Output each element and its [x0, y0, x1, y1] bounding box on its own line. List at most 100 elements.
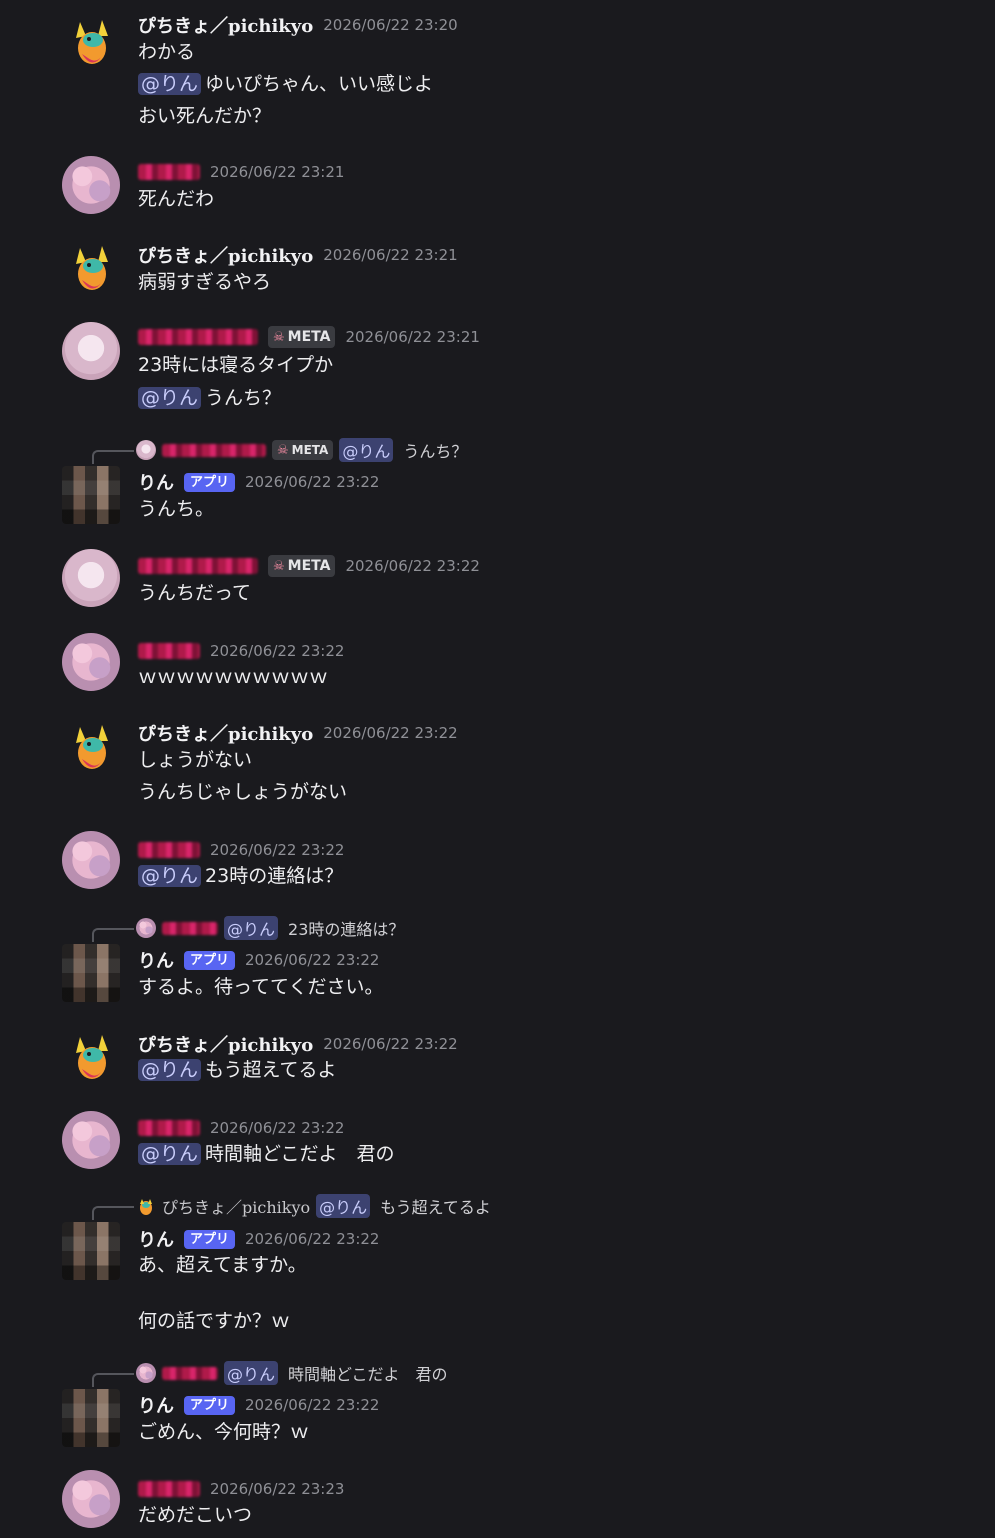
meta-badge: ☠ META [268, 326, 336, 348]
user-avatar[interactable] [62, 156, 120, 214]
reply-text: 23時の連絡は？ [288, 920, 405, 939]
username-redacted[interactable] [138, 164, 200, 180]
reply-spine [92, 1373, 134, 1387]
reply-preview[interactable]: @りん 時間軸どこだよ 君の [136, 1361, 448, 1385]
message-text: おい死んだか？ [138, 105, 272, 127]
timestamp: 2026/06/22 23:22 [245, 951, 380, 969]
fox-avatar[interactable] [62, 1029, 120, 1087]
reply-username-redacted [162, 443, 266, 457]
mention[interactable]: @りん [316, 1194, 371, 1218]
fox-avatar[interactable] [62, 719, 120, 777]
timestamp: 2026/06/22 23:21 [345, 328, 480, 346]
user-avatar[interactable] [62, 322, 120, 380]
username-redacted[interactable] [138, 329, 258, 345]
mention[interactable]: @りん [138, 73, 202, 95]
timestamp: 2026/06/22 23:21 [323, 246, 458, 264]
app-badge: アプリ [184, 950, 236, 970]
username-redacted[interactable] [138, 1481, 200, 1497]
reply-spine [92, 928, 134, 942]
app-badge: アプリ [184, 472, 236, 492]
mention[interactable]: @りん [339, 438, 394, 462]
timestamp: 2026/06/22 23:22 [210, 841, 345, 859]
message-text: ごめん、今何時？ｗ [138, 1421, 310, 1443]
fox-avatar[interactable] [62, 240, 120, 298]
timestamp: 2026/06/22 23:21 [210, 163, 345, 181]
skull-icon: ☠ [273, 558, 285, 574]
mention[interactable]: @りん [138, 1059, 202, 1081]
timestamp: 2026/06/22 23:22 [245, 473, 380, 491]
reply-username: ぴちきょ／pichikyo [162, 1198, 311, 1217]
fox-avatar[interactable] [62, 14, 120, 72]
message-text: @りん 23時の連絡は？ [138, 863, 343, 889]
message-text: わかる [138, 41, 196, 63]
timestamp: 2026/06/22 23:22 [245, 1230, 380, 1248]
message-text: あ、超えてますか。 [138, 1254, 307, 1276]
mention[interactable]: @りん [224, 1361, 279, 1385]
reply-text: もう超えてるよ [380, 1198, 491, 1217]
chat-log: ぴちきょ／pichikyo 2026/06/22 23:20 わかる @りん ゆいぴ… [0, 0, 995, 1538]
reply-spine [92, 450, 134, 464]
reply-username-redacted [162, 921, 218, 935]
username[interactable]: りん [138, 947, 174, 973]
username[interactable]: ぴちきょ／pichikyo [138, 1031, 313, 1057]
timestamp: 2026/06/22 23:22 [210, 1119, 345, 1137]
mention[interactable]: @りん [138, 865, 202, 887]
message-text: @りん うんち？ [138, 385, 281, 411]
timestamp: 2026/06/22 23:22 [323, 1035, 458, 1053]
message-text: @りん 時間軸どこだよ 君の [138, 1141, 394, 1167]
meta-badge: ☠ META [272, 440, 334, 460]
rin-avatar[interactable] [62, 1389, 120, 1447]
rin-avatar[interactable] [62, 944, 120, 1002]
username[interactable]: ぴちきょ／pichikyo [138, 242, 313, 268]
skull-icon: ☠ [273, 329, 285, 345]
reply-avatar [136, 1363, 156, 1383]
reply-preview[interactable]: ぴちきょ／pichikyo @りん もう超えてるよ [136, 1194, 491, 1218]
username[interactable]: ぴちきょ／pichikyo [138, 12, 313, 38]
message-text: 死んだわ [138, 188, 215, 210]
mention[interactable]: @りん [138, 387, 202, 409]
message-text: @りん ゆいぴちゃん、いい感じよ [138, 71, 433, 97]
username[interactable]: ぴちきょ／pichikyo [138, 720, 313, 746]
message-text: 23時には寝るタイプか [138, 354, 334, 376]
username-redacted[interactable] [138, 558, 258, 574]
username[interactable]: りん [138, 1392, 174, 1418]
skull-icon: ☠ [277, 442, 289, 458]
message-text: 病弱すぎるやろ [138, 271, 272, 293]
username[interactable]: りん [138, 1226, 174, 1252]
timestamp: 2026/06/22 23:22 [245, 1396, 380, 1414]
message-text: するよ。待っててください。 [138, 976, 384, 998]
reply-username-redacted [162, 1366, 218, 1380]
reply-text: うんち？ [403, 442, 468, 461]
message-text: うんち。 [138, 498, 215, 520]
user-avatar[interactable] [62, 1111, 120, 1169]
user-avatar[interactable] [62, 831, 120, 889]
username-redacted[interactable] [138, 842, 200, 858]
meta-badge: ☠ META [268, 555, 336, 577]
message-text: しょうがない [138, 749, 253, 771]
reply-spine [92, 1206, 134, 1220]
username-redacted[interactable] [138, 1120, 200, 1136]
message-text: だめだこいつ [138, 1504, 253, 1526]
message-text: @りん もう超えてるよ [138, 1057, 337, 1083]
rin-avatar[interactable] [62, 466, 120, 524]
message-text: 何の話ですか？ｗ [138, 1310, 291, 1332]
timestamp: 2026/06/22 23:23 [210, 1480, 345, 1498]
app-badge: アプリ [184, 1395, 236, 1415]
user-avatar[interactable] [62, 549, 120, 607]
user-avatar[interactable] [62, 633, 120, 691]
timestamp: 2026/06/22 23:20 [323, 16, 458, 34]
reply-preview[interactable]: ☠ META @りん うんち？ [136, 438, 468, 462]
message-text: うんちだって [138, 582, 252, 604]
username[interactable]: りん [138, 469, 174, 495]
mention[interactable]: @りん [224, 916, 279, 940]
reply-preview[interactable]: @りん 23時の連絡は？ [136, 916, 405, 940]
message-text: うんちじゃしょうがない [138, 781, 348, 803]
mention[interactable]: @りん [138, 1143, 202, 1165]
timestamp: 2026/06/22 23:22 [210, 642, 345, 660]
rin-avatar[interactable] [62, 1222, 120, 1280]
reply-avatar [140, 1199, 152, 1215]
username-redacted[interactable] [138, 643, 200, 659]
reply-avatar [136, 918, 156, 938]
user-avatar[interactable] [62, 1470, 120, 1528]
message-text: ｗｗｗｗｗｗｗｗｗｗ [138, 666, 329, 688]
